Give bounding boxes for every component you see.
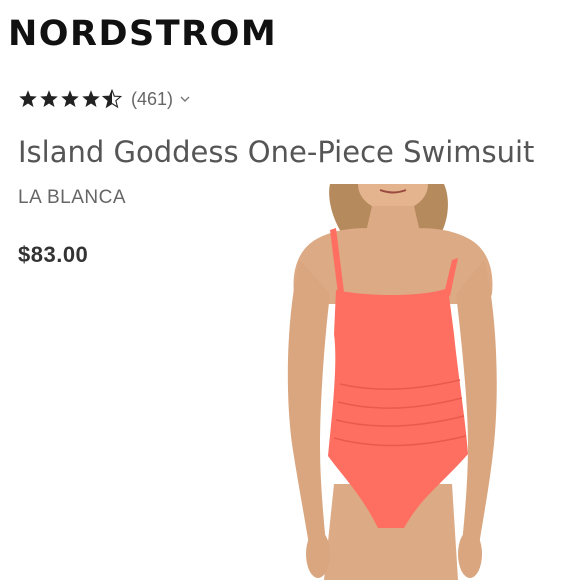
star-icon (40, 90, 58, 107)
neck (366, 206, 420, 232)
left-arm (287, 260, 330, 564)
right-hand (458, 530, 482, 578)
star-icon (61, 90, 79, 107)
star-icon (19, 90, 37, 107)
nordstrom-logo[interactable]: NORDSTROM (8, 14, 277, 54)
product-price: $83.00 (18, 242, 89, 267)
chevron-down-icon[interactable] (179, 93, 191, 105)
product-title: Island Goddess One-Piece Swimsuit (18, 135, 535, 169)
product-image[interactable] (262, 184, 580, 580)
half-star-icon (102, 89, 122, 109)
star-rating (18, 89, 122, 109)
star-icon (82, 90, 100, 107)
brand-link[interactable]: LA BLANCA (18, 186, 126, 210)
review-count[interactable]: (461) (131, 89, 173, 110)
rating-summary[interactable]: (461) (18, 86, 191, 112)
left-hand (306, 530, 330, 578)
